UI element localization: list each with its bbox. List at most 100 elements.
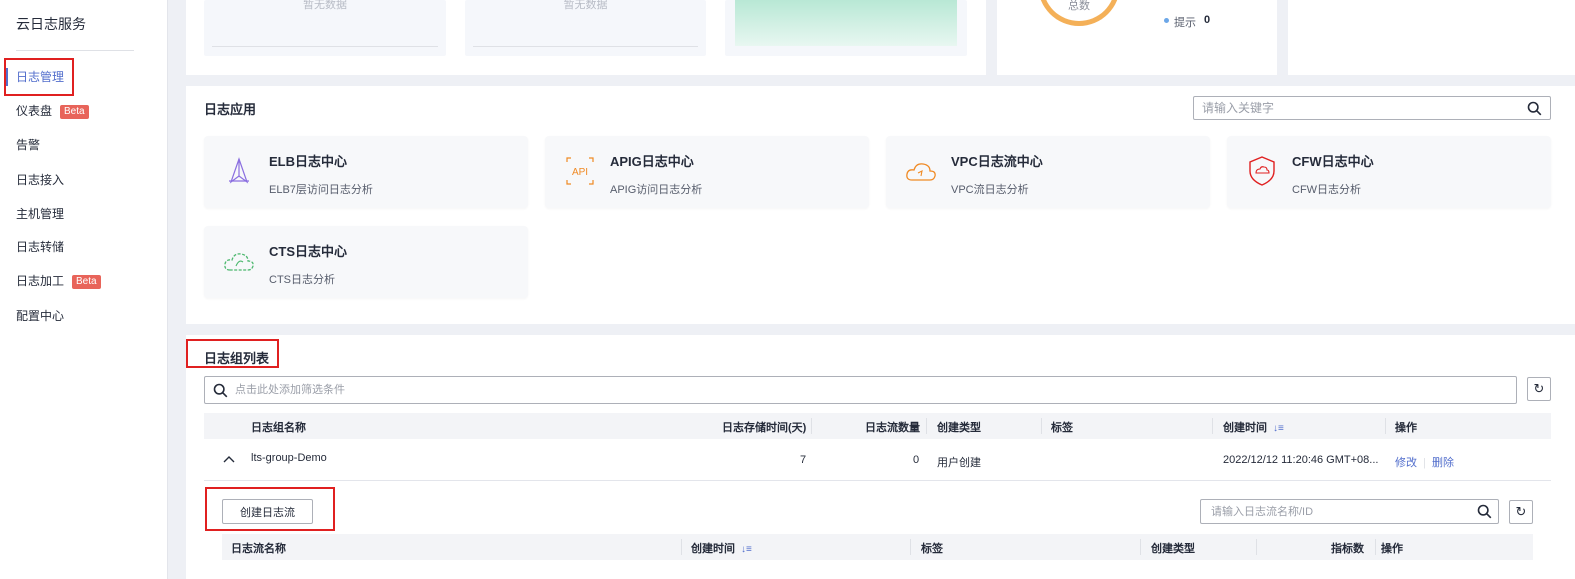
beta-badge: Beta — [72, 275, 101, 289]
sort-icon[interactable]: ↓≡ — [1273, 423, 1284, 434]
chart-baseline — [212, 46, 438, 47]
legend-label: 提示 — [1174, 17, 1196, 29]
create-log-stream-button[interactable]: 创建日志流 — [222, 499, 313, 524]
log-group-table-header: 日志组名称 日志存储时间(天) 日志流数量 创建类型 标签 创建时间 ↓≡ 操作 — [204, 413, 1551, 439]
row-actions: 修改 | 删除 — [1395, 454, 1454, 470]
log-group-name[interactable]: lts-group-Demo — [251, 452, 327, 464]
column-header: 创建时间 — [1223, 422, 1267, 434]
stream-search-input[interactable] — [1211, 500, 1466, 523]
area-chart — [735, 0, 957, 46]
app-card-name: CFW日志中心 — [1292, 154, 1374, 169]
created-time: 2022/12/12 11:20:46 GMT+08... — [1223, 454, 1379, 466]
log-stream-table-header: 日志流名称 创建时间 ↓≡ 标签 创建类型 指标数 操作 — [222, 534, 1533, 560]
sidebar-item-alarm[interactable]: 告警 — [16, 135, 40, 155]
column-header: 创建类型 — [1151, 543, 1195, 555]
refresh-icon: ↻ — [1515, 504, 1527, 519]
log-group-title: 日志组列表 — [204, 351, 270, 366]
chart-baseline — [473, 46, 698, 47]
search-icon[interactable] — [1527, 101, 1542, 116]
column-header: 日志存储时间(天) — [722, 422, 807, 434]
app-card-desc: CFW日志分析 — [1292, 184, 1362, 196]
column-header-sortable[interactable]: 创建时间 ↓≡ — [1223, 419, 1284, 435]
column-divider — [1385, 418, 1386, 434]
sidebar-item-log-management[interactable]: 日志管理 — [16, 67, 64, 87]
column-divider — [1212, 418, 1213, 434]
column-header-sortable[interactable]: 创建时间 ↓≡ — [691, 540, 752, 556]
column-header: 操作 — [1395, 422, 1417, 434]
legend-dot-icon — [1164, 18, 1169, 23]
delete-link[interactable]: 删除 — [1432, 457, 1454, 469]
sidebar-item-label: 日志转储 — [16, 240, 65, 254]
sidebar-item-label: 日志接入 — [16, 173, 65, 187]
column-divider — [1256, 539, 1257, 555]
donut-total-label: 总数 — [1068, 0, 1090, 12]
stat-card: 暂无数据 — [204, 0, 446, 56]
edit-link[interactable]: 修改 — [1395, 457, 1417, 469]
sidebar-item-label: 仪表盘 — [16, 104, 53, 118]
table-row[interactable]: lts-group-Demo 7 0 用户创建 2022/12/12 11:20… — [204, 439, 1551, 481]
overview-panel-right — [1288, 0, 1575, 75]
refresh-button[interactable]: ↻ — [1527, 377, 1551, 401]
action-divider: | — [1423, 457, 1426, 469]
active-indicator — [6, 68, 8, 86]
app-card-apig[interactable]: API APIG日志中心 APIG访问日志分析 — [545, 136, 869, 208]
app-card-desc: CTS日志分析 — [269, 274, 335, 286]
column-divider — [926, 418, 927, 434]
empty-text: 暂无数据 — [563, 0, 608, 11]
sidebar-item-label: 告警 — [16, 138, 41, 152]
search-icon — [213, 383, 228, 398]
app-card-name: VPC日志流中心 — [951, 154, 1043, 169]
cfw-shield-icon — [1249, 156, 1275, 186]
sidebar-item-log-transfer[interactable]: 日志转储 — [16, 237, 64, 257]
log-apps-title: 日志应用 — [204, 102, 257, 117]
stat-card: 暂无数据 — [465, 0, 706, 56]
app-search-box — [1193, 96, 1551, 120]
empty-text: 暂无数据 — [303, 0, 347, 11]
search-icon[interactable] — [1477, 504, 1492, 519]
column-divider — [1041, 418, 1042, 434]
sidebar-item-host-management[interactable]: 主机管理 — [16, 204, 64, 224]
app-search-input[interactable] — [1202, 97, 1512, 119]
filter-input[interactable] — [235, 377, 1505, 403]
sidebar-item-label: 日志加工 — [16, 274, 65, 288]
column-header: 日志流数量 — [865, 422, 920, 434]
sidebar-divider — [16, 50, 134, 51]
sidebar-item-config-center[interactable]: 配置中心 — [16, 306, 64, 326]
sidebar: 云日志服务 日志管理 仪表盘 Beta 告警 日志接入 主机管理 日志转储 日志加… — [0, 0, 168, 579]
app-card-desc: ELB7层访问日志分析 — [269, 184, 373, 196]
app-card-name: CTS日志中心 — [269, 244, 348, 259]
app-card-desc: APIG访问日志分析 — [610, 184, 703, 196]
column-header: 创建类型 — [937, 422, 981, 434]
refresh-button[interactable]: ↻ — [1509, 500, 1533, 524]
sort-icon[interactable]: ↓≡ — [741, 544, 752, 555]
column-divider — [1375, 539, 1376, 555]
app-card-cts[interactable]: CTS日志中心 CTS日志分析 — [204, 226, 528, 298]
filter-box — [204, 376, 1517, 404]
app-card-vpc[interactable]: VPC日志流中心 VPC流日志分析 — [886, 136, 1210, 208]
column-divider — [811, 418, 812, 434]
app-card-desc: VPC流日志分析 — [951, 184, 1029, 196]
column-header: 创建时间 — [691, 543, 735, 555]
create-type: 用户创建 — [937, 457, 981, 469]
column-header: 指标数 — [1331, 543, 1364, 555]
beta-badge: Beta — [60, 105, 89, 119]
app-card-name: ELB日志中心 — [269, 154, 348, 169]
sidebar-item-log-ingestion[interactable]: 日志接入 — [16, 170, 64, 190]
apig-icon: API — [566, 157, 594, 185]
column-divider — [910, 539, 911, 555]
vpc-cloud-icon — [906, 163, 936, 181]
column-divider — [1140, 539, 1141, 555]
legend-value: 0 — [1204, 14, 1211, 26]
stream-count: 0 — [913, 454, 920, 466]
elb-icon — [229, 157, 249, 184]
column-header: 标签 — [1051, 422, 1073, 434]
sidebar-title: 云日志服务 — [16, 16, 86, 32]
app-card-elb[interactable]: ELB日志中心 ELB7层访问日志分析 — [204, 136, 528, 208]
column-header: 标签 — [921, 543, 943, 555]
sidebar-item-log-processing[interactable]: 日志加工 Beta — [16, 271, 101, 291]
chevron-up-icon[interactable] — [223, 455, 235, 463]
column-header: 操作 — [1381, 543, 1403, 555]
stream-search-box — [1200, 499, 1499, 524]
app-card-cfw[interactable]: CFW日志中心 CFW日志分析 — [1227, 136, 1551, 208]
sidebar-item-dashboard[interactable]: 仪表盘 Beta — [16, 101, 89, 121]
